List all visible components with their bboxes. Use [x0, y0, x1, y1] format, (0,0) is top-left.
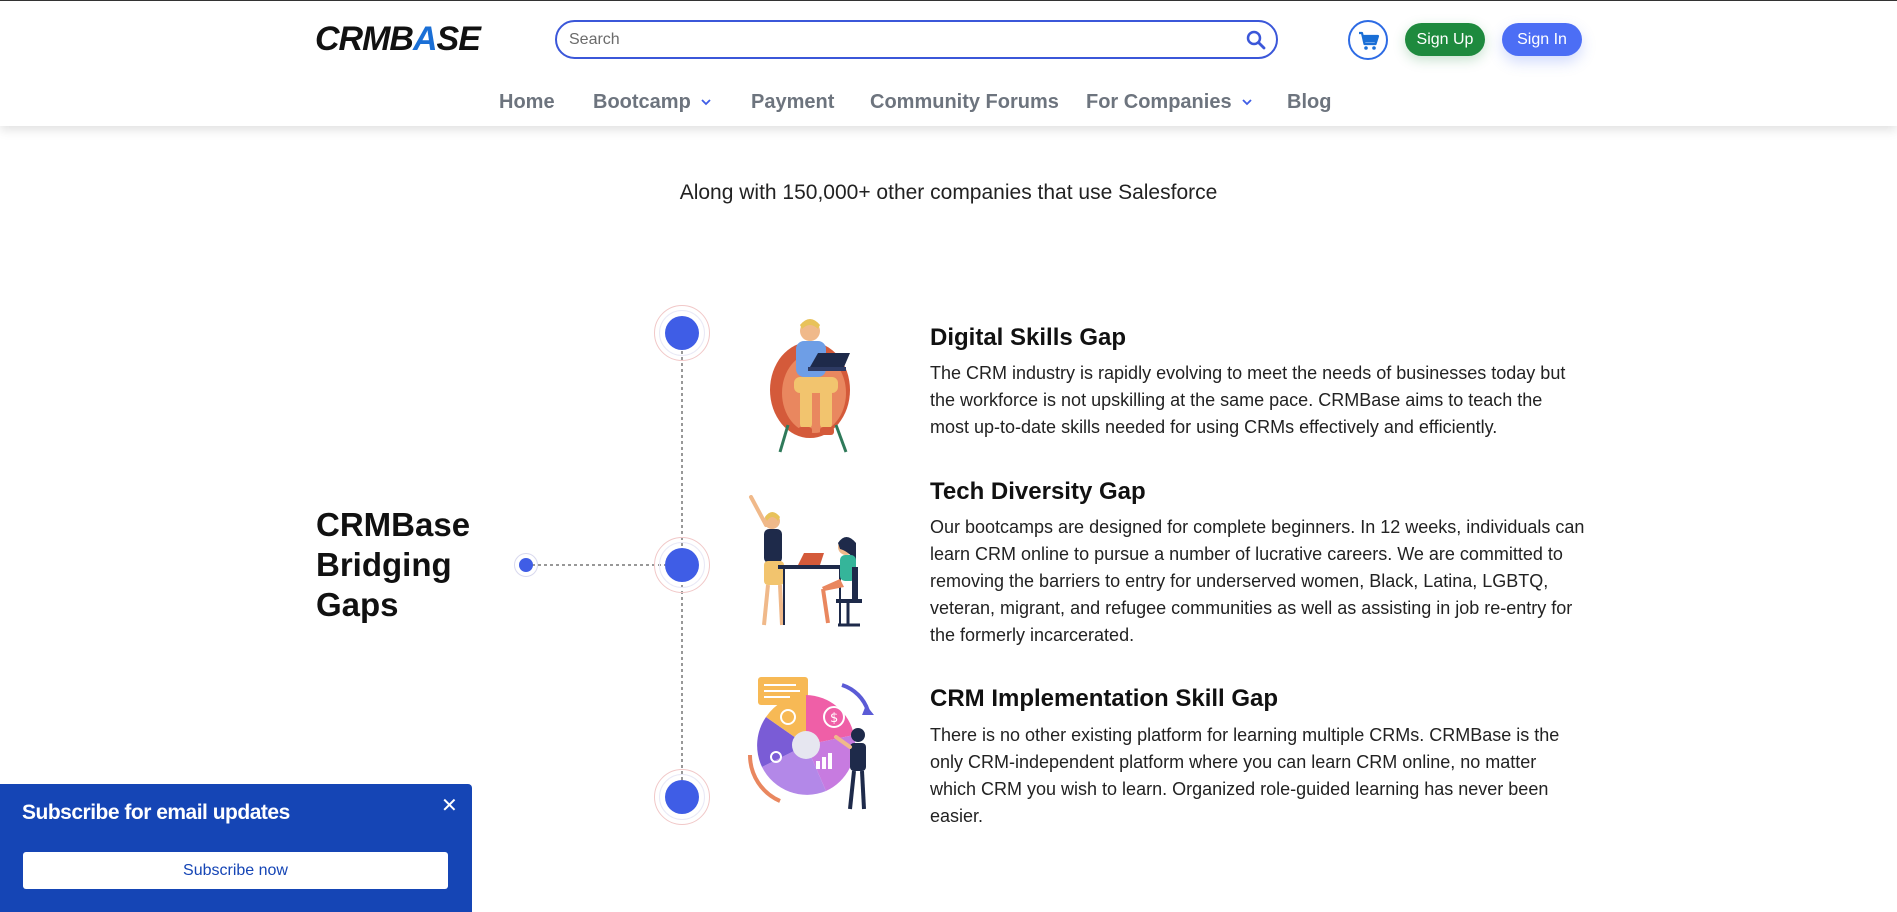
search-icon[interactable]: [1246, 30, 1266, 50]
subscribe-popup: Subscribe for email updates ✕ Subscribe …: [0, 784, 472, 912]
item-title-crm-implementation-skill-gap: CRM Implementation Skill Gap: [930, 685, 1279, 712]
companies-tagline: Along with 150,000+ other companies that…: [679, 181, 1218, 204]
timeline-dot: [665, 548, 699, 582]
chevron-down-icon: [1241, 99, 1252, 106]
women-at-desk-illustration: [749, 495, 862, 627]
person-laptop-illustration: [770, 319, 850, 453]
item-description: Our bootcamps are designed for complete …: [930, 517, 1585, 645]
item-description: There is no other existing platform for …: [930, 725, 1560, 826]
svg-text:$: $: [830, 711, 838, 726]
nav-item-bootcamp[interactable]: Bootcamp: [593, 87, 711, 117]
cart-button[interactable]: [1348, 20, 1388, 60]
site-header: CRMBASE Sign Up Sign In Home Bootcamp Pa…: [0, 0, 1897, 126]
sign-in-button[interactable]: Sign In: [1502, 23, 1582, 56]
item-title-tech-diversity-gap: Tech Diversity Gap: [930, 478, 1146, 505]
subscribe-now-button[interactable]: Subscribe now: [23, 852, 448, 889]
crmbase-logo[interactable]: CRMBASE: [315, 21, 481, 57]
section-title: CRMBase Bridging Gaps: [316, 506, 471, 623]
nav-item-home[interactable]: Home: [499, 87, 555, 117]
timeline-dot: [665, 780, 699, 814]
nav-item-payment[interactable]: Payment: [751, 87, 834, 117]
item-description: The CRM industry is rapidly evolving to …: [930, 363, 1566, 437]
search-input[interactable]: [569, 28, 1229, 52]
item-title-digital-skills-gap: Digital Skills Gap: [930, 324, 1127, 351]
popup-title: Subscribe for email updates: [22, 801, 290, 824]
nav-item-community-forums[interactable]: Community Forums: [870, 87, 1059, 117]
timeline-start-dot: [519, 558, 533, 572]
search-bar[interactable]: [555, 20, 1278, 59]
sign-up-button[interactable]: Sign Up: [1405, 23, 1485, 56]
timeline-dot: [665, 316, 699, 350]
chevron-down-icon: [701, 99, 711, 106]
nav-item-for-companies[interactable]: For Companies: [1086, 87, 1252, 117]
close-icon[interactable]: ✕: [441, 796, 458, 816]
pie-chart-illustration: $: [747, 677, 874, 810]
main-nav: Home Bootcamp Payment Community Forums F…: [0, 87, 1897, 117]
cart-icon: [1359, 31, 1380, 50]
nav-item-blog[interactable]: Blog: [1287, 87, 1331, 117]
